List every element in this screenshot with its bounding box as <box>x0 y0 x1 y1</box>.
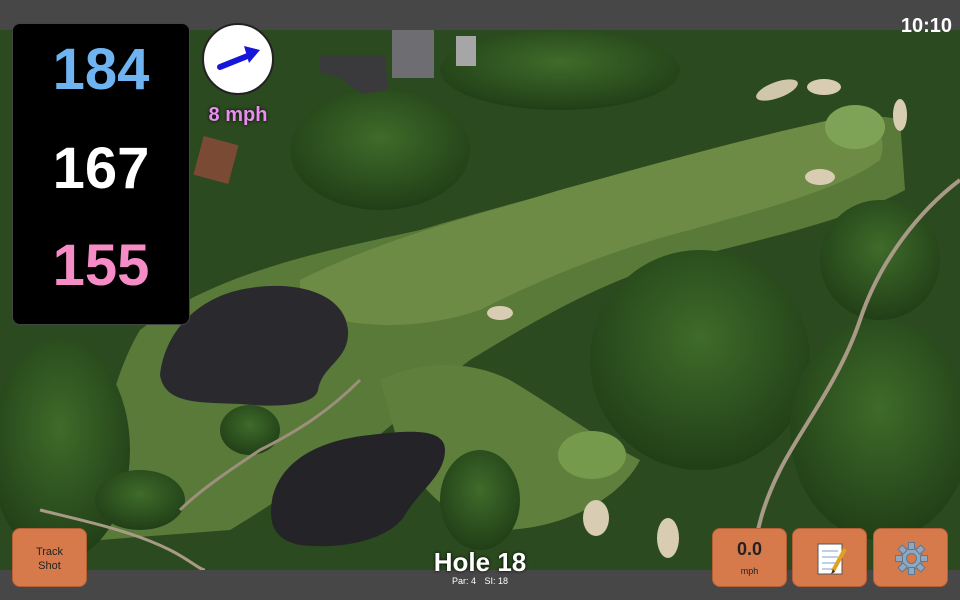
wind-direction-arrow-icon <box>217 46 260 70</box>
wind-speed-label: 8 mph <box>208 104 268 126</box>
notepad-icon <box>817 543 847 575</box>
track-shot-label-line2: Shot <box>38 560 61 572</box>
track-shot-label-line1: Track <box>35 546 64 558</box>
speed-value: 0.0 <box>736 539 763 559</box>
middle-of-green-yardage: 167 <box>52 136 150 201</box>
scorecard-button[interactable] <box>792 528 867 587</box>
hole-title: Hole 18 <box>433 547 527 577</box>
hole-info: Par: 4 SI: 18 <box>400 576 560 586</box>
yardage-panel: 184 167 155 <box>12 23 190 325</box>
wind-indicator <box>202 23 274 95</box>
speed-unit: mph <box>740 566 759 576</box>
back-of-green-yardage: 184 <box>52 37 150 102</box>
clock: 10:10 <box>900 15 952 37</box>
speed-button[interactable]: 0.0 mph <box>712 528 787 587</box>
hole-par: Par: 4 <box>451 576 476 586</box>
gear-icon <box>895 542 928 575</box>
front-of-green-yardage: 155 <box>52 233 150 298</box>
track-shot-button[interactable]: Track Shot <box>12 528 87 587</box>
hole-stroke-index: SI: 18 <box>484 576 509 586</box>
settings-button[interactable] <box>873 528 948 587</box>
